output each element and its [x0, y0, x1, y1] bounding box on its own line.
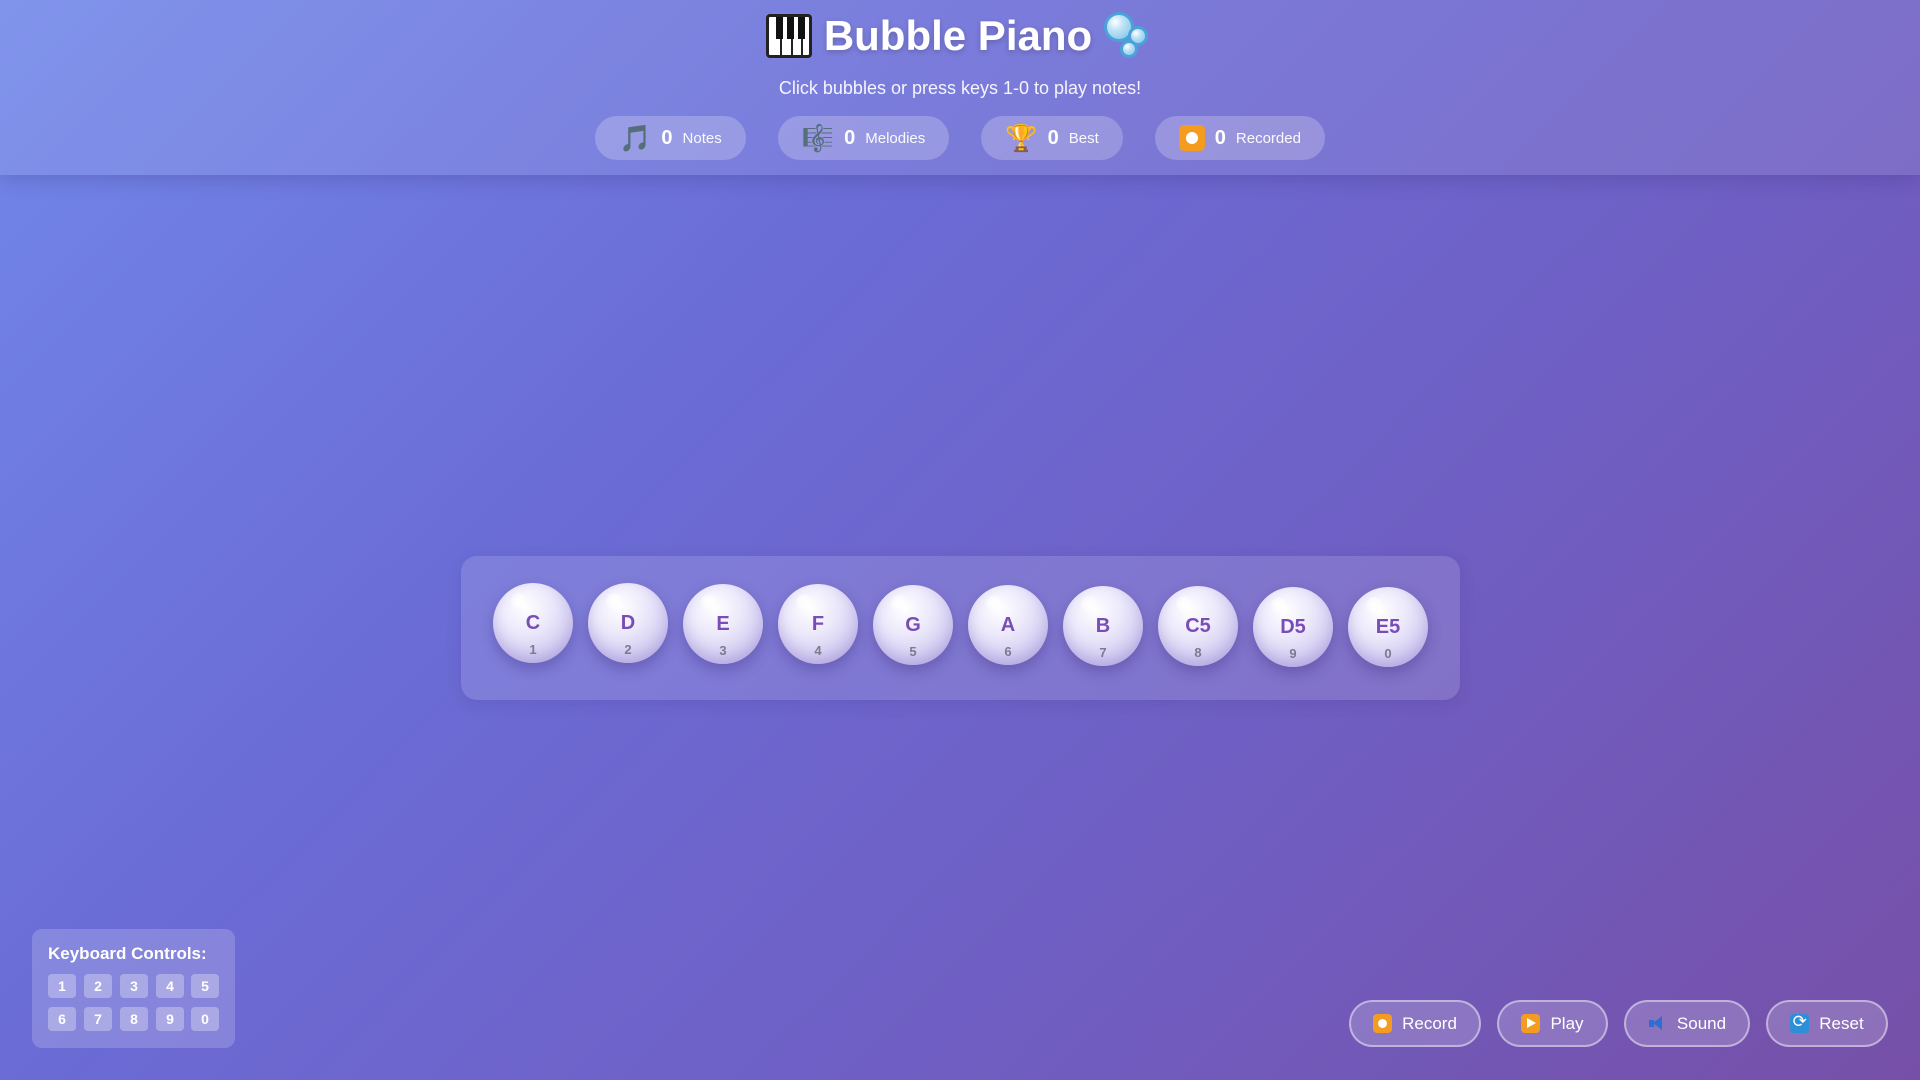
bubble-c5[interactable]: C5 8: [1158, 586, 1238, 666]
bubble-a[interactable]: A 6: [968, 585, 1048, 665]
bubble-note: D5: [1280, 616, 1306, 638]
sound-button[interactable]: Sound: [1624, 1000, 1750, 1047]
bubble-shine: [1271, 597, 1287, 613]
kbd-key-3: 3: [120, 974, 148, 998]
bubble-key: 1: [529, 642, 537, 657]
bubble-b[interactable]: B 7: [1063, 586, 1143, 666]
bubble-f[interactable]: F 4: [778, 584, 858, 664]
bubble-note: F: [811, 613, 825, 635]
kbd-key-6: 6: [48, 1007, 76, 1031]
stat-value: 0: [844, 126, 856, 149]
bubble-key: 2: [624, 642, 632, 657]
stat-label: Recorded: [1235, 129, 1301, 147]
bubble-note: C: [525, 612, 541, 634]
keyboard-controls-panel: Keyboard Controls: 1 2 3 4 5 6 7 8 9 0: [32, 929, 235, 1048]
header: Bubble Piano Click bubbles or press keys…: [0, 0, 1920, 175]
reset-button[interactable]: Reset: [1766, 1000, 1888, 1047]
record-button[interactable]: Record: [1349, 1000, 1481, 1047]
kbd-key-7: 7: [84, 1007, 112, 1031]
kbd-key-5: 5: [191, 974, 219, 998]
bubble-note: B: [1095, 615, 1111, 637]
stat-melodies: 🎼 0 Melodies: [777, 116, 950, 160]
bubble-e[interactable]: E 3: [683, 584, 763, 664]
bubble-shine: [701, 594, 717, 610]
bubble-key: 5: [909, 644, 917, 659]
bubble-note: D: [620, 612, 636, 634]
bubble-key: 0: [1384, 646, 1392, 661]
bubble-shine: [1176, 596, 1192, 612]
stat-recorded: 0 Recorded: [1154, 116, 1325, 160]
bubble-key: 8: [1194, 645, 1202, 660]
bubble-key: 6: [1004, 644, 1012, 659]
bubble-key: 7: [1099, 645, 1107, 660]
musical-score-icon: 🎼: [801, 123, 835, 153]
kbd-key-8: 8: [120, 1007, 148, 1031]
bubble-key: 9: [1289, 646, 1297, 661]
bubble-c[interactable]: C 1: [493, 583, 573, 663]
subtitle: Click bubbles or press keys 1-0 to play …: [778, 78, 1142, 98]
kbd-key-2: 2: [84, 974, 112, 998]
kbd-key-1: 1: [48, 974, 76, 998]
reset-button-label: Reset: [1819, 1013, 1864, 1033]
bubbles-icon: [1104, 12, 1154, 60]
stat-value: 0: [661, 126, 673, 149]
bubble-shine: [606, 593, 622, 609]
bubble-d[interactable]: D 2: [588, 583, 668, 663]
bubble-shine: [1081, 596, 1097, 612]
stat-label: Best: [1068, 129, 1099, 147]
record-icon: [1373, 1014, 1393, 1033]
bubble-d5[interactable]: D5 9: [1253, 587, 1333, 667]
bubble-panel: C 1 D 2 E 3 F 4 G 5 A 6 B 7 C5 8 D5 9 E5…: [461, 556, 1460, 700]
stat-value: 0: [1047, 126, 1059, 149]
sound-button-label: Sound: [1676, 1013, 1727, 1033]
record-button-label: Record: [1402, 1013, 1457, 1033]
bubble-shine: [1366, 597, 1382, 613]
kbd-key-4: 4: [156, 974, 184, 998]
bubble-g[interactable]: G 5: [873, 585, 953, 665]
bubble-shine: [511, 593, 527, 609]
musical-note-icon: 🎵: [619, 123, 652, 153]
play-button-label: Play: [1550, 1013, 1584, 1033]
play-icon: [1521, 1014, 1541, 1033]
stat-notes: 🎵 0 Notes: [595, 116, 746, 160]
stat-best: 🏆 0 Best: [981, 116, 1123, 160]
stat-label: Notes: [682, 129, 722, 147]
kbd-key-9: 9: [156, 1007, 184, 1031]
bubble-shine: [986, 595, 1002, 611]
bubble-note: E: [716, 613, 730, 635]
bubble-key: 4: [814, 643, 822, 658]
reset-icon: [1790, 1012, 1810, 1033]
bubble-key: 3: [719, 643, 727, 658]
play-button[interactable]: Play: [1497, 1000, 1608, 1047]
bubble-shine: [891, 595, 907, 611]
title-text: Bubble Piano: [823, 12, 1093, 59]
stat-label: Melodies: [865, 129, 926, 147]
stats-bar: 🎵 0 Notes 🎼 0 Melodies 🏆 0 Best 0 Record…: [0, 116, 1920, 160]
keyboard-controls-title: Keyboard Controls:: [48, 944, 207, 963]
trophy-icon: 🏆: [1005, 123, 1038, 153]
bubble-note: A: [1000, 614, 1016, 636]
speaker-icon: [1648, 1014, 1667, 1033]
piano-icon: [765, 14, 812, 58]
bubble-note: C5: [1185, 615, 1211, 637]
bubble-note: E5: [1375, 616, 1401, 638]
bubble-e5[interactable]: E5 0: [1348, 587, 1428, 667]
record-icon: [1178, 125, 1205, 151]
page-title: Bubble Piano: [0, 12, 1920, 60]
bubble-shine: [796, 594, 812, 610]
stat-value: 0: [1214, 126, 1226, 149]
kbd-key-0: 0: [191, 1007, 219, 1031]
bubble-note: G: [905, 614, 921, 636]
